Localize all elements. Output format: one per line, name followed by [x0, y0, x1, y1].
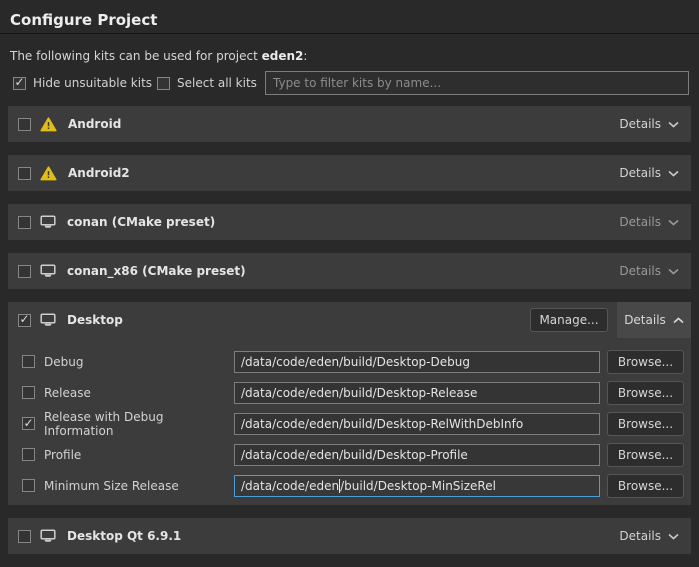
- select-all-label: Select all kits: [177, 76, 257, 90]
- config-relwithdebinfo-path-input[interactable]: /data/code/eden/build/Desktop-RelWithDeb…: [234, 413, 600, 435]
- config-label: Profile: [44, 448, 234, 462]
- config-debug-checkbox[interactable]: [22, 355, 35, 368]
- config-release-path-input[interactable]: /data/code/eden/build/Desktop-Release: [234, 382, 600, 404]
- kit-android-checkbox[interactable]: [18, 118, 31, 131]
- kit-desktop-checkbox[interactable]: [18, 314, 31, 327]
- kit-conan-details-button[interactable]: Details: [617, 204, 681, 240]
- warning-icon: [40, 166, 57, 181]
- kit-desktop-qt-691-details-button[interactable]: Details: [617, 518, 681, 554]
- config-relwithdebinfo-checkbox[interactable]: [22, 417, 35, 430]
- kit-name: conan_x86 (CMake preset): [65, 264, 246, 278]
- kit-list: Android Details Android2 Details conan (…: [8, 106, 691, 567]
- config-profile-browse-button[interactable]: Browse...: [607, 443, 684, 467]
- path-text: /data/code/eden/build/Desktop-Release: [241, 386, 477, 400]
- details-label: Details: [619, 529, 661, 543]
- page-title: Configure Project: [10, 11, 157, 29]
- config-release-checkbox[interactable]: [22, 386, 35, 399]
- kit-desktop-qt-691-checkbox[interactable]: [18, 530, 31, 543]
- chevron-down-icon: [668, 529, 679, 543]
- config-profile-checkbox[interactable]: [22, 448, 35, 461]
- desktop-icon: [40, 215, 56, 229]
- kit-conan-checkbox[interactable]: [18, 216, 31, 229]
- hide-unsuitable-kits-checkbox[interactable]: Hide unsuitable kits: [13, 76, 152, 90]
- kit-row-conan: conan (CMake preset) Details: [8, 204, 691, 240]
- kit-desktop-details-button[interactable]: Details: [617, 302, 691, 338]
- project-name: eden2: [262, 49, 304, 63]
- chevron-up-icon: [673, 313, 684, 327]
- configure-project-page: { "window": { "title": "Configure Projec…: [0, 0, 699, 562]
- hide-unsuitable-label: Hide unsuitable kits: [33, 76, 152, 90]
- path-text: /data/code/eden/build/Desktop-Debug: [241, 355, 470, 369]
- config-row-debug: Debug /data/code/eden/build/Desktop-Debu…: [8, 346, 691, 377]
- config-label: Release: [44, 386, 234, 400]
- path-text: /data/code/eden/build/Desktop-Profile: [241, 448, 468, 462]
- details-label: Details: [619, 166, 661, 180]
- intro-prefix: The following kits can be used for proje…: [10, 49, 262, 63]
- kit-name: Android2: [66, 166, 130, 180]
- config-minsizerel-path-input[interactable]: /data/code/eden/build/Desktop-MinSizeRel: [234, 475, 600, 497]
- kit-row-conan-x86: conan_x86 (CMake preset) Details: [8, 253, 691, 289]
- kit-name: Android: [66, 117, 121, 131]
- config-relwithdebinfo-browse-button[interactable]: Browse...: [607, 412, 684, 436]
- select-all-checkbox-box[interactable]: [157, 77, 170, 90]
- config-debug-path-input[interactable]: /data/code/eden/build/Desktop-Debug: [234, 351, 600, 373]
- details-label: Details: [624, 313, 666, 327]
- config-row-minsizerel: Minimum Size Release /data/code/eden/bui…: [8, 470, 691, 501]
- kit-filter-input[interactable]: [265, 71, 689, 95]
- chevron-down-icon: [668, 264, 679, 278]
- kit-android2-checkbox[interactable]: [18, 167, 31, 180]
- hide-unsuitable-checkbox-box[interactable]: [13, 77, 26, 90]
- desktop-icon: [40, 264, 56, 278]
- config-minsizerel-checkbox[interactable]: [22, 479, 35, 492]
- config-row-relwithdebinfo: Release with Debug Information /data/cod…: [8, 408, 691, 439]
- path-text: /data/code/eden/build/Desktop-RelWithDeb…: [241, 417, 523, 431]
- details-label: Details: [619, 264, 661, 278]
- kit-row-desktop-expanded: Desktop Manage... Details Debug /data/co…: [8, 302, 691, 505]
- kit-name: Desktop: [65, 313, 123, 327]
- kit-android-details-button[interactable]: Details: [617, 106, 681, 142]
- title-separator: [0, 33, 699, 34]
- details-label: Details: [619, 117, 661, 131]
- config-debug-browse-button[interactable]: Browse...: [607, 350, 684, 374]
- desktop-icon: [40, 529, 56, 543]
- intro-suffix: :: [303, 49, 307, 63]
- kit-desktop-header: Desktop Manage... Details: [8, 302, 691, 338]
- config-minsizerel-browse-button[interactable]: Browse...: [607, 474, 684, 498]
- desktop-build-configs: Debug /data/code/eden/build/Desktop-Debu…: [8, 338, 691, 501]
- manage-kits-button[interactable]: Manage...: [530, 308, 608, 332]
- path-text-before-caret: /data/code/eden: [241, 479, 339, 493]
- config-row-release: Release /data/code/eden/build/Desktop-Re…: [8, 377, 691, 408]
- select-all-kits-checkbox[interactable]: Select all kits: [157, 76, 257, 90]
- kit-name: Desktop Qt 6.9.1: [65, 529, 181, 543]
- config-release-browse-button[interactable]: Browse...: [607, 381, 684, 405]
- kit-conan-x86-details-button[interactable]: Details: [617, 253, 681, 289]
- kit-conan-x86-checkbox[interactable]: [18, 265, 31, 278]
- warning-icon: [40, 117, 57, 132]
- config-row-profile: Profile /data/code/eden/build/Desktop-Pr…: [8, 439, 691, 470]
- chevron-down-icon: [668, 166, 679, 180]
- config-label: Debug: [44, 355, 234, 369]
- chevron-down-icon: [668, 117, 679, 131]
- chevron-down-icon: [668, 215, 679, 229]
- config-label: Minimum Size Release: [44, 479, 234, 493]
- intro-text: The following kits can be used for proje…: [10, 49, 307, 63]
- kit-row-android: Android Details: [8, 106, 691, 142]
- config-profile-path-input[interactable]: /data/code/eden/build/Desktop-Profile: [234, 444, 600, 466]
- kit-android2-details-button[interactable]: Details: [617, 155, 681, 191]
- config-label: Release with Debug Information: [44, 410, 234, 438]
- kit-name: conan (CMake preset): [65, 215, 215, 229]
- details-label: Details: [619, 215, 661, 229]
- kit-row-desktop-qt-691: Desktop Qt 6.9.1 Details: [8, 518, 691, 554]
- desktop-icon: [40, 313, 56, 327]
- kit-row-android2: Android2 Details: [8, 155, 691, 191]
- path-text-after-caret: /build/Desktop-MinSizeRel: [340, 479, 496, 493]
